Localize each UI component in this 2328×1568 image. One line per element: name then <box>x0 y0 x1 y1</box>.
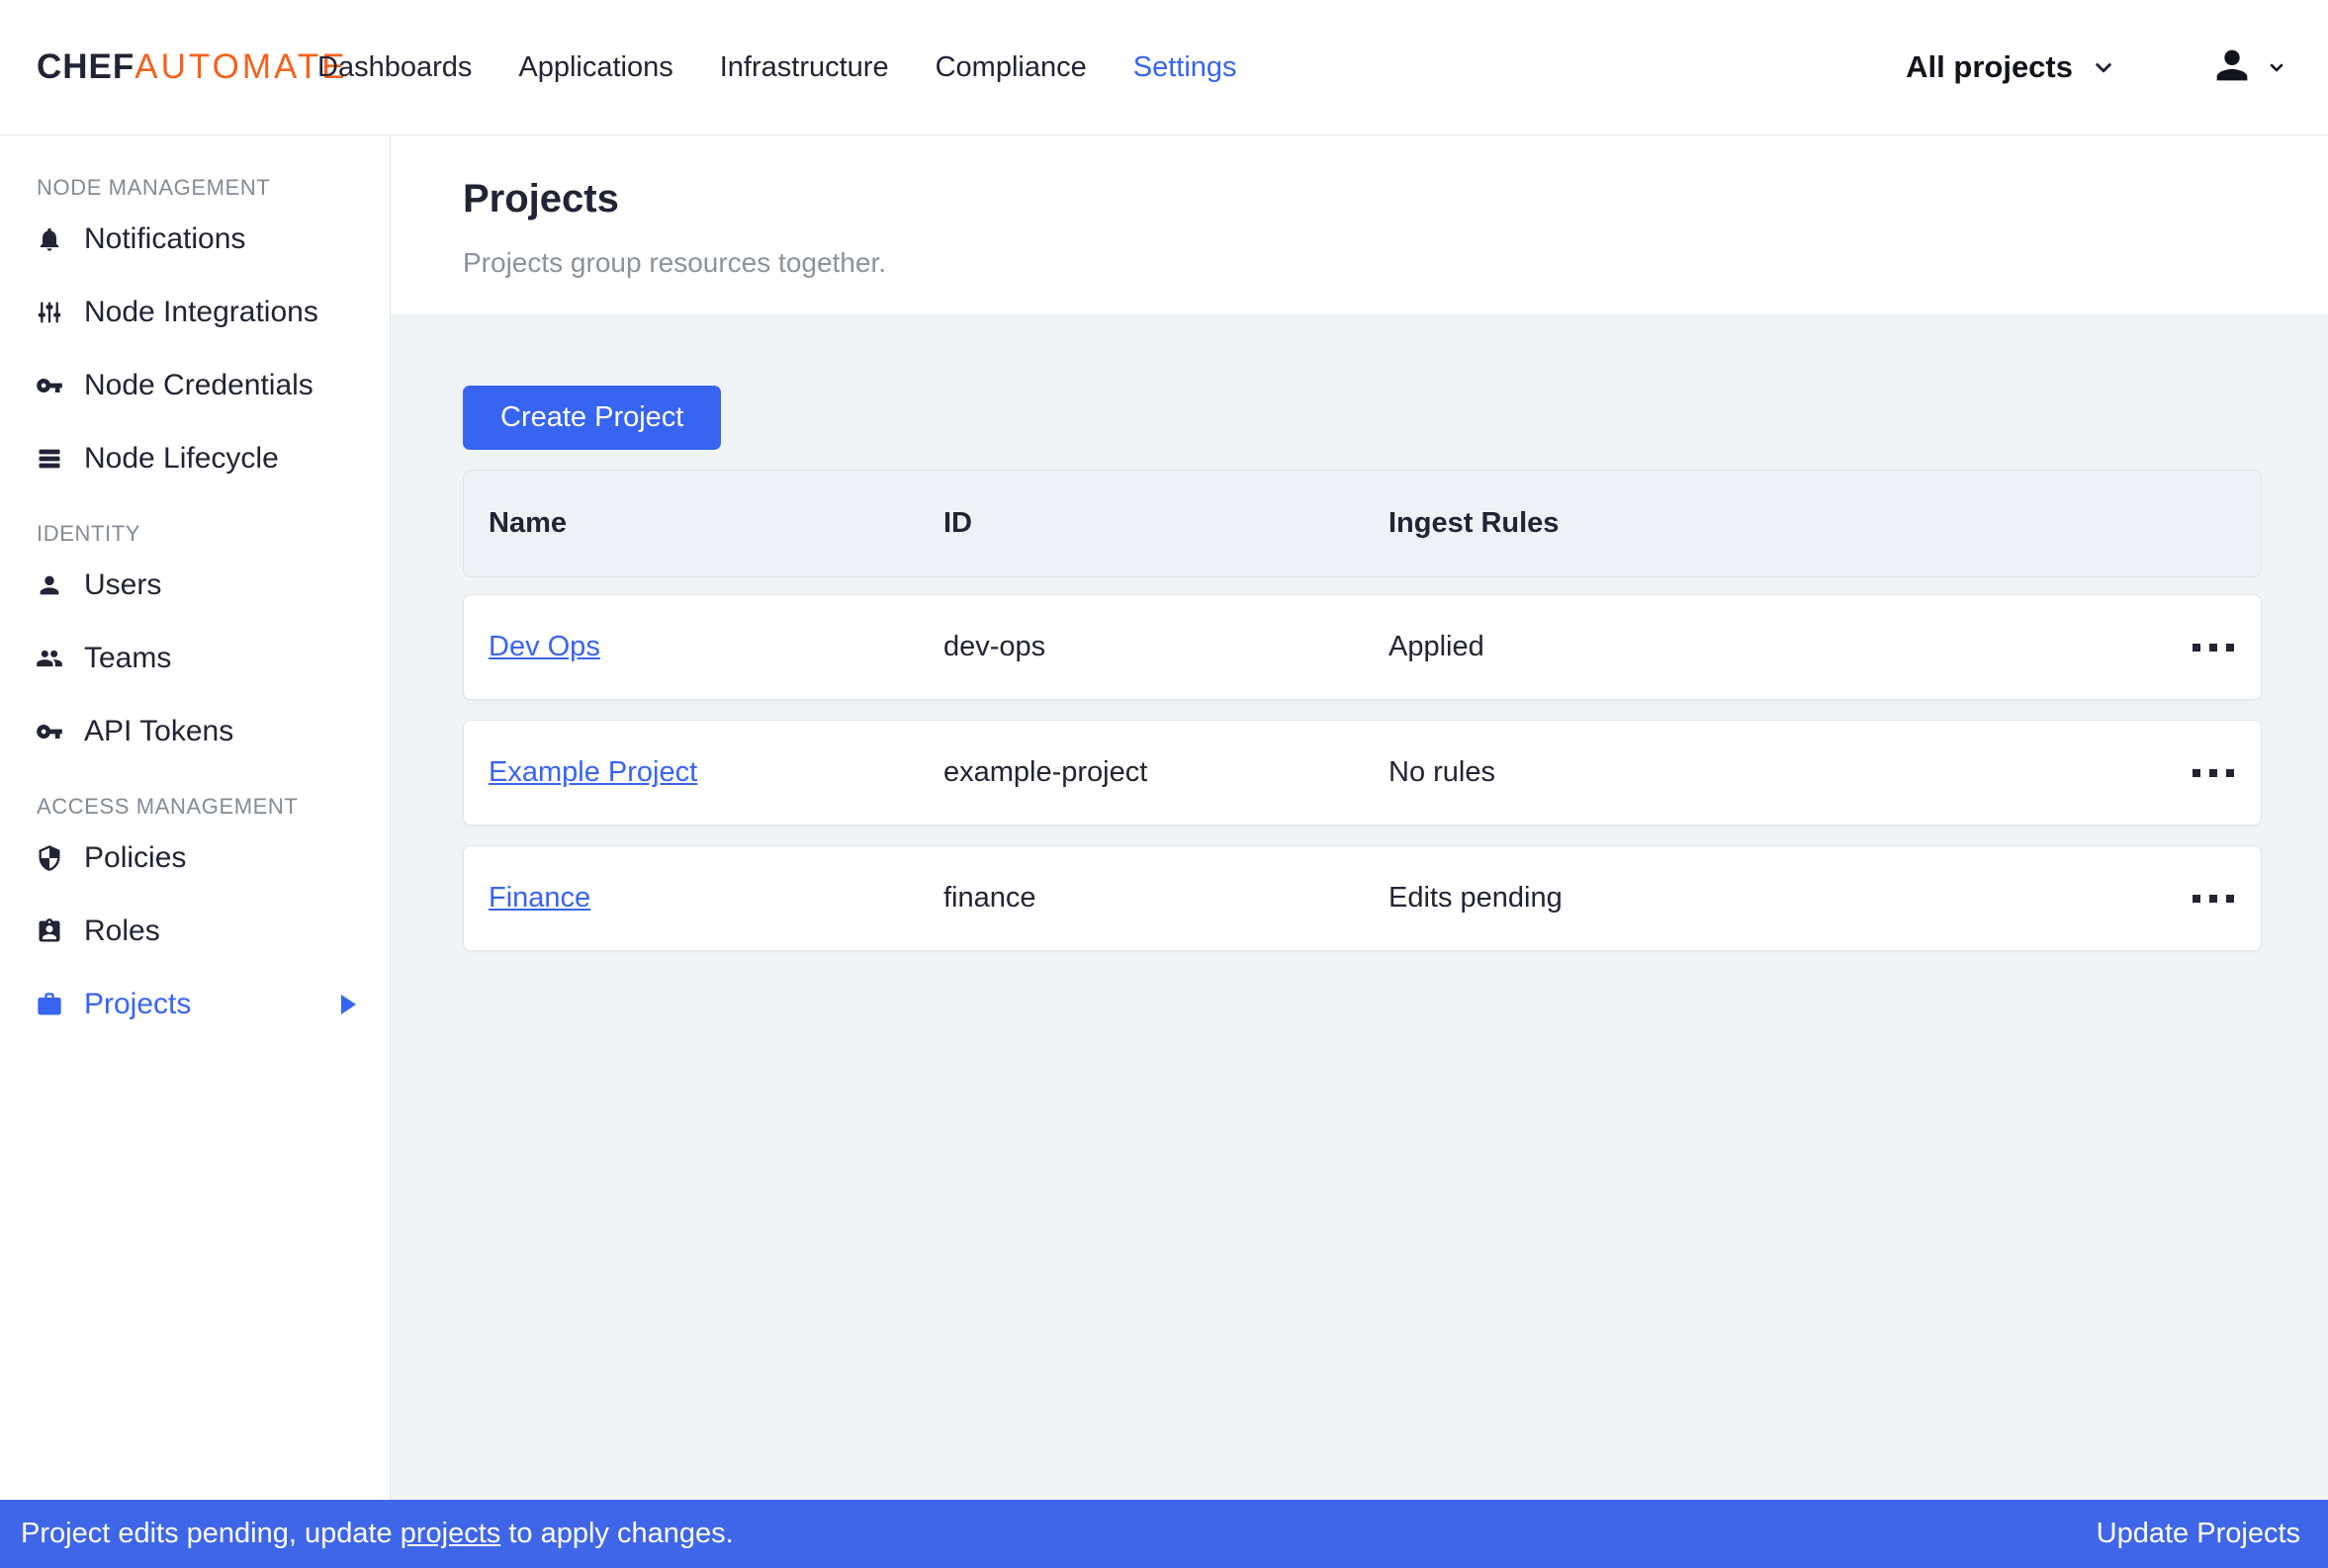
page-title: Projects <box>463 177 2328 221</box>
sidebar-item-label: Node Credentials <box>84 369 313 402</box>
logo-brand: CHEF <box>37 47 134 87</box>
ingest-rules-status: Edits pending <box>1388 882 2157 915</box>
logo-product: AUTOMATE <box>134 47 347 87</box>
banner-projects-link[interactable]: projects <box>401 1518 501 1549</box>
table-header-row: Name ID Ingest Rules <box>463 470 2262 577</box>
ingest-rules-status: Applied <box>1388 631 2157 663</box>
user-menu[interactable] <box>2209 43 2288 93</box>
sidebar-item-label: Policies <box>84 841 186 875</box>
sidebar-item-label: Users <box>84 568 161 602</box>
key-icon <box>36 372 63 399</box>
sidebar-item-node-lifecycle[interactable]: Node Lifecycle <box>0 422 390 495</box>
page-subtitle: Projects group resources together. <box>463 247 2328 279</box>
chef-automate-logo[interactable]: CHEFAUTOMATE <box>37 47 310 87</box>
table-row: Example Project example-project No rules <box>463 720 2262 826</box>
active-item-arrow-icon <box>341 995 356 1014</box>
chevron-down-icon <box>2089 52 2118 82</box>
sidebar-item-projects[interactable]: Projects <box>0 968 390 1041</box>
create-project-button[interactable]: Create Project <box>463 386 721 450</box>
nav-item-compliance[interactable]: Compliance <box>936 42 1087 94</box>
projects-panel: Create Project Name ID Ingest Rules Dev … <box>391 314 2328 1500</box>
project-link[interactable]: Finance <box>489 882 590 914</box>
table-row: Dev Ops dev-ops Applied <box>463 594 2262 700</box>
sidebar-item-teams[interactable]: Teams <box>0 622 390 695</box>
row-menu-button[interactable] <box>2157 881 2236 916</box>
people-icon <box>36 645 63 672</box>
pending-edits-banner: Project edits pending, update projects t… <box>0 1500 2328 1568</box>
column-header-id: ID <box>943 507 1388 540</box>
project-link[interactable]: Dev Ops <box>489 631 600 662</box>
banner-message-suffix: to apply changes. <box>500 1518 733 1549</box>
row-menu-button[interactable] <box>2157 630 2236 665</box>
sidebar-item-label: Node Lifecycle <box>84 442 279 476</box>
update-projects-button[interactable]: Update Projects <box>2097 1518 2300 1550</box>
project-id: dev-ops <box>943 631 1388 663</box>
row-menu-button[interactable] <box>2157 755 2236 791</box>
badge-icon <box>36 917 63 945</box>
sidebar-item-label: Roles <box>84 915 160 948</box>
sidebar-item-label: Teams <box>84 642 171 675</box>
sidebar-item-api-tokens[interactable]: API Tokens <box>0 695 390 768</box>
list-icon <box>36 445 63 473</box>
sidebar-item-roles[interactable]: Roles <box>0 895 390 968</box>
sidebar-item-label: API Tokens <box>84 715 233 748</box>
main-content: Projects Projects group resources togeth… <box>391 135 2328 1500</box>
sidebar-item-label: Notifications <box>84 222 245 256</box>
shield-icon <box>36 844 63 872</box>
sidebar-item-node-credentials[interactable]: Node Credentials <box>0 349 390 422</box>
ingest-rules-status: No rules <box>1388 756 2157 789</box>
top-navbar: CHEFAUTOMATE Dashboards Applications Inf… <box>0 0 2328 135</box>
sidebar-item-label: Node Integrations <box>84 296 318 329</box>
sidebar-item-notifications[interactable]: Notifications <box>0 203 390 276</box>
bell-icon <box>36 225 63 253</box>
key-icon <box>36 718 63 745</box>
column-header-name: Name <box>489 507 943 540</box>
banner-message-prefix: Project edits pending, update <box>21 1518 401 1549</box>
project-id: finance <box>943 882 1388 915</box>
sidebar-section-identity: IDENTITY <box>0 519 390 549</box>
main-nav: Dashboards Applications Infrastructure C… <box>317 42 1237 94</box>
project-link[interactable]: Example Project <box>489 756 697 788</box>
briefcase-icon <box>36 991 63 1018</box>
person-icon <box>36 571 63 599</box>
sidebar-item-label: Projects <box>84 988 191 1021</box>
sliders-icon <box>36 299 63 326</box>
navbar-right: All projects <box>1906 43 2288 93</box>
projects-filter-label: All projects <box>1906 49 2073 85</box>
sidebar-item-node-integrations[interactable]: Node Integrations <box>0 276 390 349</box>
user-avatar-icon <box>2209 43 2255 93</box>
project-id: example-project <box>943 756 1388 789</box>
sidebar-section-node-management: NODE MANAGEMENT <box>0 173 390 203</box>
sidebar-section-access-management: ACCESS MANAGEMENT <box>0 792 390 822</box>
projects-table: Name ID Ingest Rules Dev Ops dev-ops App… <box>463 470 2262 951</box>
page-header: Projects Projects group resources togeth… <box>391 135 2328 314</box>
nav-item-settings[interactable]: Settings <box>1133 42 1237 94</box>
table-row: Finance finance Edits pending <box>463 845 2262 951</box>
sidebar-item-users[interactable]: Users <box>0 549 390 622</box>
nav-item-applications[interactable]: Applications <box>518 42 672 94</box>
column-header-ingest-rules: Ingest Rules <box>1388 507 2157 540</box>
nav-item-dashboards[interactable]: Dashboards <box>317 42 472 94</box>
sidebar-item-policies[interactable]: Policies <box>0 822 390 895</box>
settings-sidebar: NODE MANAGEMENT Notifications Node Integ… <box>0 135 391 1500</box>
chevron-down-icon <box>2265 55 2288 79</box>
projects-filter-dropdown[interactable]: All projects <box>1906 49 2118 85</box>
banner-message: Project edits pending, update projects t… <box>21 1518 734 1550</box>
nav-item-infrastructure[interactable]: Infrastructure <box>720 42 889 94</box>
